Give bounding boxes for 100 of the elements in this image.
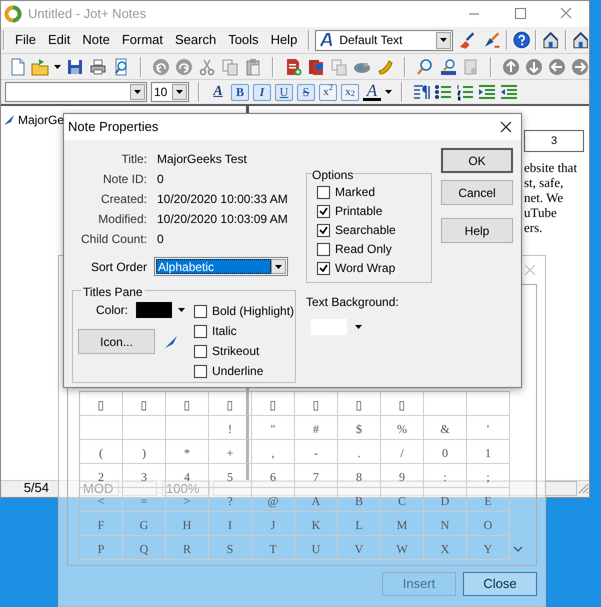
character[interactable]: R [182,543,191,555]
empty-cell[interactable] [166,416,209,440]
character[interactable]: M [396,519,408,531]
font-color-button[interactable]: A [363,84,381,100]
font-dropdown[interactable] [5,82,147,102]
character[interactable]: ▯ [98,399,104,411]
character[interactable]: V [354,543,364,555]
cut-icon[interactable] [198,58,216,76]
format-button[interactable]: x$_{2}$ [341,84,359,100]
character[interactable]: N [440,519,450,531]
checkbox[interactable] [317,242,330,256]
character[interactable]: $ [356,423,362,435]
menu-item[interactable]: Format [116,30,169,50]
size-dropdown[interactable]: 10 [151,82,189,102]
character[interactable]: - [314,447,318,459]
outdent-icon[interactable] [500,83,518,101]
character[interactable]: ▯ [312,399,320,411]
character[interactable]: ▯ [140,399,148,411]
tree-item[interactable]: MajorGe [1,111,64,129]
sort-order-dropdown[interactable]: Alphabetic [154,257,288,276]
character[interactable]: # [313,423,319,435]
character[interactable]: S [226,543,234,555]
character[interactable]: T [269,543,277,555]
save-icon[interactable] [66,58,84,76]
checkbox[interactable] [194,324,207,338]
quill-icon[interactable] [164,334,178,348]
checkbox[interactable] [317,204,330,218]
character[interactable]: @ [267,495,279,507]
format-button[interactable]: B [231,84,249,100]
character[interactable]: ▯ [226,399,234,411]
character[interactable]: ( [99,447,103,459]
close-icon[interactable] [500,121,512,133]
icon-button[interactable]: Icon... [78,329,155,354]
dialog-button[interactable]: Close [463,572,537,596]
format-button[interactable]: S [297,84,315,100]
character[interactable]: 1 [485,447,491,459]
search-icon[interactable] [416,58,434,76]
character[interactable]: 4 [184,471,190,483]
menu-item[interactable]: Note [76,30,116,50]
house-icon[interactable] [572,31,590,49]
character[interactable]: < [98,495,104,507]
character[interactable]: K [312,519,320,531]
dropdown-arrow-icon[interactable] [355,325,362,329]
house-icon[interactable] [542,31,560,49]
character[interactable]: ! [228,423,232,435]
character[interactable]: W [396,543,408,555]
indent-icon[interactable] [478,83,496,101]
character[interactable]: > [184,495,190,507]
checkbox[interactable] [194,304,207,318]
dropdown-arrow-icon[interactable] [134,90,141,94]
menu-item[interactable]: Edit [42,30,76,50]
dropdown-arrow-icon[interactable] [54,64,61,68]
scroll-down-icon[interactable] [513,546,523,552]
character[interactable]: ) [142,447,146,459]
format-button[interactable]: x$^{2}$ [319,84,337,100]
checkbox[interactable] [317,262,330,274]
paragraph-icon[interactable] [412,83,430,101]
character[interactable]: " [270,423,276,435]
character[interactable]: 9 [399,471,405,483]
character[interactable]: 6 [270,471,276,483]
character[interactable]: 5 [227,471,233,483]
dialog-button[interactable]: Cancel [441,180,513,205]
character[interactable]: J [270,519,276,531]
character[interactable]: I [228,519,232,531]
add-note-icon[interactable] [284,58,302,76]
character[interactable]: A [312,495,320,507]
numbered-list-icon[interactable] [456,83,474,101]
character[interactable]: P [98,543,104,555]
menu-item[interactable]: Search [169,30,222,50]
dropdown-arrow-icon[interactable] [385,90,392,94]
character[interactable]: F [98,519,104,531]
empty-cell[interactable] [424,392,467,416]
printer-icon[interactable] [89,58,107,76]
empty-cell[interactable] [467,392,510,416]
character[interactable]: * [184,447,190,459]
dialog-button[interactable]: OK [441,148,513,173]
character[interactable]: ▯ [270,399,276,411]
find-replace-icon[interactable] [439,58,457,76]
character[interactable]: Y [484,543,492,555]
bullet-list-icon[interactable] [434,83,452,101]
character[interactable]: : [443,471,447,483]
character[interactable]: B [354,495,363,507]
character[interactable]: 2 [98,471,104,483]
pen-icon[interactable] [483,31,501,49]
empty-cell[interactable] [80,416,123,440]
character[interactable]: + [226,447,234,459]
character[interactable]: G [140,519,148,531]
dropdown-arrow-icon[interactable] [440,38,447,42]
format-button[interactable]: A [209,84,227,100]
dialog-button[interactable]: Help [441,218,513,243]
character[interactable]: E [484,495,492,507]
character[interactable]: = [140,495,148,507]
empty-cell[interactable] [123,416,166,440]
character[interactable]: 0 [442,447,448,459]
character[interactable]: 8 [356,471,362,483]
menu-item[interactable]: Help [264,30,304,50]
resize-grip-icon[interactable] [577,482,589,494]
dropdown-arrow-icon[interactable] [178,308,185,312]
notes-stack-icon[interactable] [307,58,325,76]
character[interactable]: ▯ [398,399,406,411]
